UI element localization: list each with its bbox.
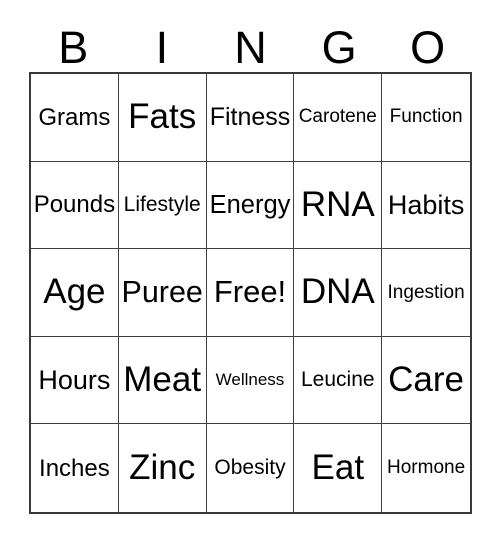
bingo-cell-r1c2[interactable]: Fats xyxy=(118,74,207,162)
bingo-cell-r2c5[interactable]: Habits xyxy=(382,161,470,250)
bingo-cell-label: Leucine xyxy=(301,368,375,392)
bingo-header-letter-i: I xyxy=(155,21,169,73)
bingo-cell-label: Grams xyxy=(38,103,111,131)
bingo-header: B I N G O xyxy=(29,22,472,72)
bingo-cell-r4c3[interactable]: Wellness xyxy=(206,336,295,425)
bingo-cell-label: Hours xyxy=(38,364,111,395)
bingo-cell-r1c4[interactable]: Carotene xyxy=(294,74,383,162)
bingo-cell-r2c3[interactable]: Energy xyxy=(206,161,295,250)
bingo-cell-label: Wellness xyxy=(215,370,285,390)
bingo-cell-label: Age xyxy=(43,272,106,312)
bingo-cell-label: Fitness xyxy=(209,103,291,132)
bingo-cell-label: Habits xyxy=(387,189,465,220)
bingo-cell-r3c4[interactable]: DNA xyxy=(294,249,383,337)
bingo-cell-r5c1[interactable]: Inches xyxy=(31,424,119,512)
bingo-cell-r4c2[interactable]: Meat xyxy=(118,336,207,425)
bingo-cell-label: Inches xyxy=(39,454,110,482)
bingo-cell-label: DNA xyxy=(300,272,375,312)
bingo-cell-r2c1[interactable]: Pounds xyxy=(31,161,119,250)
bingo-grid: Grams Fats Fitness Carotene Function Pou… xyxy=(29,72,472,514)
bingo-cell-label: Function xyxy=(389,106,463,128)
bingo-cell-label: Carotene xyxy=(298,106,377,128)
bingo-cell-r3c1[interactable]: Age xyxy=(31,249,119,337)
bingo-cell-label: Puree xyxy=(121,275,203,310)
bingo-cell-label: RNA xyxy=(300,184,375,224)
bingo-cell-r4c5[interactable]: Care xyxy=(382,336,470,425)
bingo-cell-r1c5[interactable]: Function xyxy=(382,74,470,162)
bingo-cell-r5c2[interactable]: Zinc xyxy=(118,424,207,512)
bingo-cell-r1c1[interactable]: Grams xyxy=(31,74,119,162)
bingo-cell-label: Energy xyxy=(209,190,291,219)
bingo-cell-r3c2[interactable]: Puree xyxy=(118,249,207,337)
bingo-cell-r2c4[interactable]: RNA xyxy=(294,161,383,250)
bingo-card: B I N G O Grams Fats Fitness Carotene Fu… xyxy=(0,0,500,544)
bingo-header-letter-g: G xyxy=(321,21,357,73)
bingo-cell-label: Fats xyxy=(128,96,197,136)
bingo-header-letter-b: B xyxy=(58,21,89,73)
bingo-cell-r5c4[interactable]: Eat xyxy=(294,424,383,512)
bingo-cell-r3c5[interactable]: Ingestion xyxy=(382,249,470,337)
bingo-cell-label: Ingestion xyxy=(387,281,465,303)
bingo-cell-r4c1[interactable]: Hours xyxy=(31,336,119,425)
bingo-cell-label: Hormone xyxy=(387,457,466,479)
bingo-cell-r2c2[interactable]: Lifestyle xyxy=(118,161,207,250)
bingo-cell-r1c3[interactable]: Fitness xyxy=(206,74,295,162)
bingo-cell-label: Care xyxy=(388,359,465,399)
bingo-cell-label: Lifestyle xyxy=(123,192,201,216)
bingo-cell-label: Pounds xyxy=(33,191,116,219)
bingo-cell-label: Zinc xyxy=(129,447,196,487)
bingo-header-letter-n: N xyxy=(234,21,267,73)
bingo-header-letter-o: O xyxy=(410,21,446,73)
bingo-cell-label: Meat xyxy=(123,359,202,399)
bingo-cell-label: Eat xyxy=(311,447,365,487)
bingo-cell-free-space[interactable]: Free! xyxy=(206,249,295,337)
bingo-cell-r4c4[interactable]: Leucine xyxy=(294,336,383,425)
bingo-cell-r5c3[interactable]: Obesity xyxy=(206,424,295,512)
bingo-cell-r5c5[interactable]: Hormone xyxy=(382,424,470,512)
bingo-cell-label: Obesity xyxy=(214,456,286,480)
bingo-cell-label: Free! xyxy=(213,274,287,310)
